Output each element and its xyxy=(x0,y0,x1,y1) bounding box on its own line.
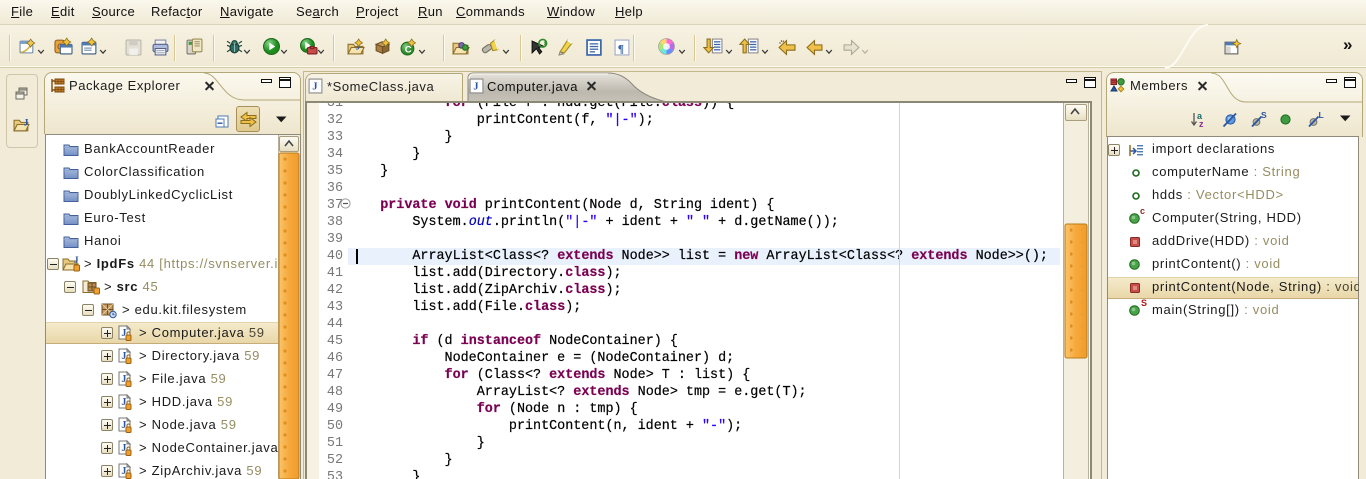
svg-text:J: J xyxy=(24,119,29,129)
svg-text:¶: ¶ xyxy=(618,42,624,55)
svg-text:C: C xyxy=(405,44,412,55)
svg-text:L: L xyxy=(1319,110,1324,120)
svg-text:z: z xyxy=(1199,119,1204,129)
svg-text:J: J xyxy=(74,255,79,265)
svg-text:S: S xyxy=(1261,110,1267,120)
